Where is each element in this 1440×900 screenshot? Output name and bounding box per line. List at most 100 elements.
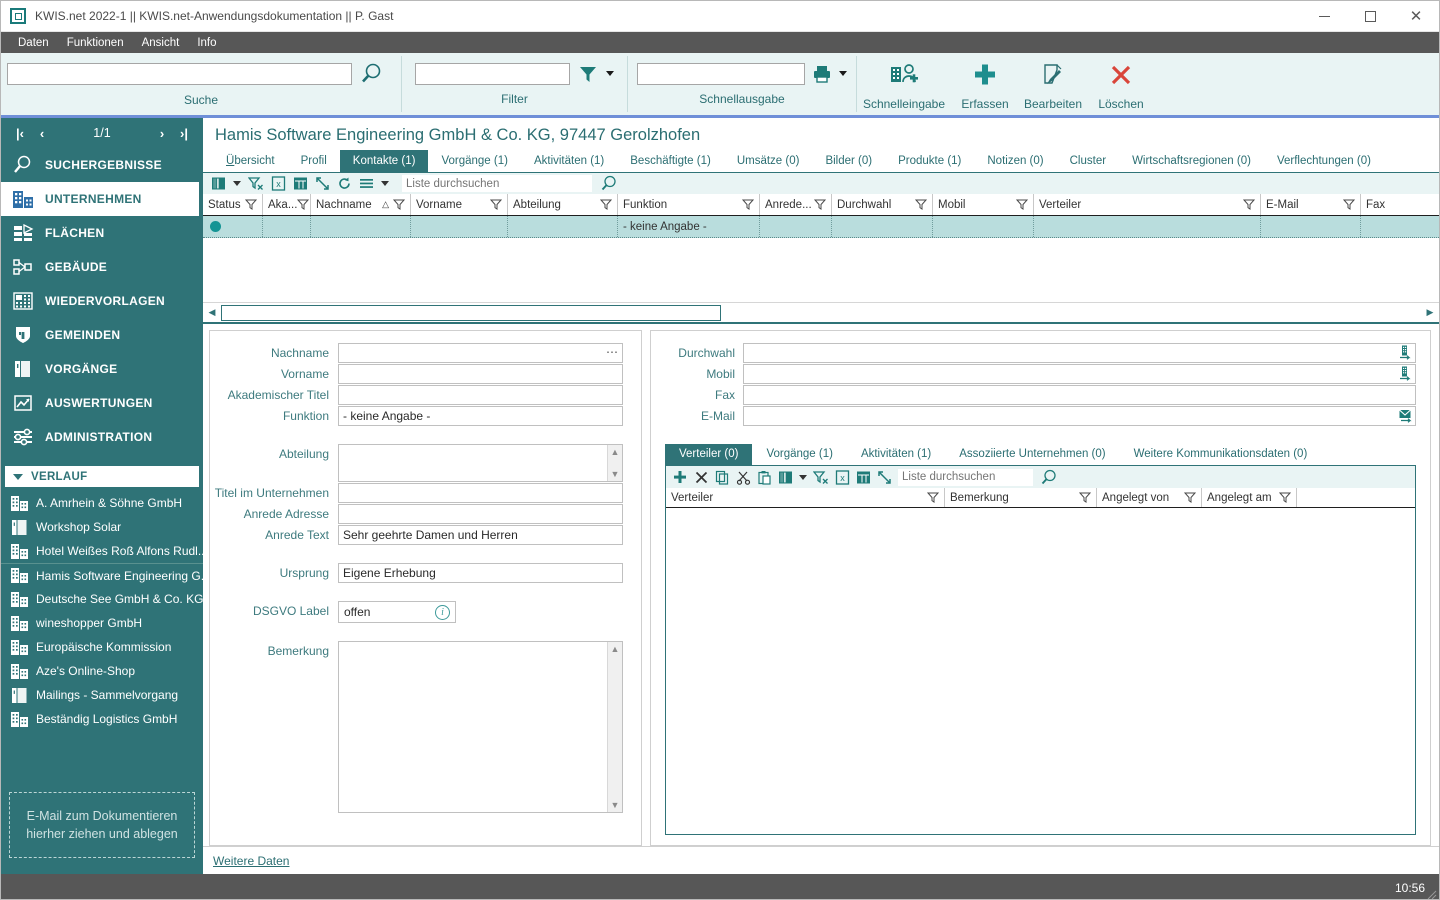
filter-input[interactable] xyxy=(415,62,570,85)
history-item[interactable]: Deutsche See GmbH & Co. KG... xyxy=(1,587,203,611)
erfassen-button[interactable]: Erfassen xyxy=(951,53,1019,115)
col-email[interactable]: E-Mail xyxy=(1261,194,1361,215)
subtab-verteiler[interactable]: Verteiler (0) xyxy=(665,444,753,465)
filter-icon[interactable] xyxy=(1079,492,1091,503)
tab-umsaetze[interactable]: Umsätze (0) xyxy=(724,150,813,172)
copy-icon[interactable] xyxy=(715,470,730,485)
history-item[interactable]: wineshopper GmbH xyxy=(1,611,203,635)
search-icon[interactable] xyxy=(1039,469,1059,486)
columns-icon[interactable] xyxy=(211,176,226,191)
subtab-vorgaenge[interactable]: Vorgänge (1) xyxy=(752,444,847,465)
phone-transfer-icon[interactable] xyxy=(1398,345,1413,360)
columns-icon[interactable] xyxy=(778,470,793,485)
durchwahl-input[interactable] xyxy=(743,343,1416,363)
menu-item-daten[interactable]: Daten xyxy=(9,35,58,51)
filter-icon[interactable] xyxy=(490,199,502,210)
funktion-input[interactable] xyxy=(338,406,623,426)
bemerkung-scrollbar[interactable]: ▲ ▼ xyxy=(607,642,622,812)
col-mobil[interactable]: Mobil xyxy=(933,194,1034,215)
tab-aktivitaeten[interactable]: Aktivitäten (1) xyxy=(521,150,617,172)
mobil-input[interactable] xyxy=(743,364,1416,384)
subcol-verteiler[interactable]: Verteiler xyxy=(666,488,945,507)
add-plus-icon[interactable] xyxy=(672,469,688,485)
sidebar-item-gebaeude[interactable]: GEBÄUDE xyxy=(1,250,203,284)
bearbeiten-button[interactable]: Bearbeiten xyxy=(1019,53,1087,115)
tab-kontakte[interactable]: Kontakte (1) xyxy=(339,150,429,172)
history-item[interactable]: Mailings - Sammelvorgang xyxy=(1,683,203,707)
remove-x-icon[interactable] xyxy=(694,470,709,485)
menu-caret-icon[interactable] xyxy=(381,181,389,186)
close-button[interactable]: ✕ xyxy=(1393,1,1439,32)
col-vorname[interactable]: Vorname xyxy=(411,194,508,215)
history-item[interactable]: Beständig Logistics GmbH xyxy=(1,707,203,731)
sidebar-item-administration[interactable]: ADMINISTRATION xyxy=(1,420,203,454)
sub-grid-search-input[interactable] xyxy=(898,468,1033,486)
scroll-left-icon[interactable]: ◀ xyxy=(205,305,219,321)
ellipsis-icon[interactable]: ⋯ xyxy=(606,344,619,361)
export-excel-icon[interactable]: x xyxy=(835,469,850,485)
columns-caret-icon[interactable] xyxy=(233,181,241,186)
bemerkung-textarea[interactable]: ▲ ▼ xyxy=(338,641,623,813)
abteilung-textarea[interactable]: ▲ ▼ xyxy=(338,444,623,482)
search-input[interactable] xyxy=(7,62,352,85)
history-item[interactable]: A. Amrhein & Söhne GmbH xyxy=(1,491,203,515)
grid-horizontal-scrollbar[interactable]: ◀ ▶ xyxy=(203,302,1439,324)
filter-icon[interactable] xyxy=(1184,492,1196,503)
export-excel-icon[interactable]: x xyxy=(271,176,286,191)
filter-icon[interactable] xyxy=(814,199,826,210)
pivot-icon[interactable] xyxy=(856,470,871,485)
anrede-adresse-input[interactable] xyxy=(338,504,623,524)
scrollbar-thumb[interactable] xyxy=(221,304,721,321)
pager-first-button[interactable]: |‹ xyxy=(9,122,31,144)
tab-notizen[interactable]: Notizen (0) xyxy=(974,150,1056,172)
col-durchwahl[interactable]: Durchwahl xyxy=(832,194,933,215)
resize-grip-icon[interactable] xyxy=(1425,888,1437,899)
print-dropdown-caret-icon[interactable] xyxy=(839,71,847,76)
menu-item-ansicht[interactable]: Ansicht xyxy=(133,35,189,51)
expand-icon[interactable] xyxy=(315,176,330,191)
menu-item-info[interactable]: Info xyxy=(188,35,225,51)
filter-icon[interactable] xyxy=(1343,199,1355,210)
filter-icon[interactable] xyxy=(245,199,257,210)
history-item[interactable]: Europäische Kommission xyxy=(1,635,203,659)
filter-dropdown-caret-icon[interactable] xyxy=(606,71,614,76)
tab-produkte[interactable]: Produkte (1) xyxy=(885,150,974,172)
filter-icon[interactable] xyxy=(600,199,612,210)
sidebar-item-wiedervorlagen[interactable]: WIEDERVORLAGEN xyxy=(1,284,203,318)
schnelleingabe-button[interactable]: Schnelleingabe xyxy=(857,53,951,115)
weitere-daten-link[interactable]: Weitere Daten xyxy=(213,854,289,868)
nachname-input[interactable] xyxy=(338,343,623,363)
paste-icon[interactable] xyxy=(757,470,772,485)
table-row[interactable]: - keine Angabe - xyxy=(203,216,1439,238)
tab-profil[interactable]: Profil xyxy=(288,150,340,172)
akademischer-titel-input[interactable] xyxy=(338,385,623,405)
sidebar-item-vorgaenge[interactable]: VORGÄNGE xyxy=(1,352,203,386)
col-fax[interactable]: Fax xyxy=(1361,194,1439,215)
search-icon[interactable] xyxy=(358,62,384,86)
schnellausgabe-input[interactable] xyxy=(637,62,805,85)
col-status[interactable]: Status xyxy=(203,194,263,215)
pager-prev-button[interactable]: ‹ xyxy=(31,122,53,144)
col-abteilung[interactable]: Abteilung xyxy=(508,194,618,215)
filter-icon[interactable] xyxy=(1279,492,1291,503)
sidebar-item-suchergebnisse[interactable]: SUCHERGEBNISSE xyxy=(1,148,203,182)
scroll-right-icon[interactable]: ▶ xyxy=(1423,305,1437,321)
search-icon[interactable] xyxy=(599,175,619,192)
history-item[interactable]: Workshop Solar xyxy=(1,515,203,539)
filter-icon[interactable] xyxy=(915,199,927,210)
sidebar-item-gemeinden[interactable]: GEMEINDEN xyxy=(1,318,203,352)
col-funktion[interactable]: Funktion xyxy=(618,194,760,215)
ursprung-input[interactable] xyxy=(338,563,623,583)
loeschen-button[interactable]: Löschen xyxy=(1087,53,1155,115)
pivot-icon[interactable] xyxy=(293,176,308,191)
fax-input[interactable] xyxy=(743,385,1416,405)
filter-icon[interactable] xyxy=(393,199,405,210)
subtab-weitere-kommunikationsdaten[interactable]: Weitere Kommunikationsdaten (0) xyxy=(1120,444,1322,465)
filter-icon[interactable] xyxy=(927,492,939,503)
grid-search-input[interactable] xyxy=(402,175,592,192)
history-item[interactable]: Aze's Online-Shop xyxy=(1,659,203,683)
history-item[interactable]: Hamis Software Engineering G... xyxy=(1,563,203,587)
filter-icon[interactable] xyxy=(297,199,310,210)
info-icon[interactable]: i xyxy=(435,605,450,620)
clear-filter-icon[interactable] xyxy=(248,176,264,191)
